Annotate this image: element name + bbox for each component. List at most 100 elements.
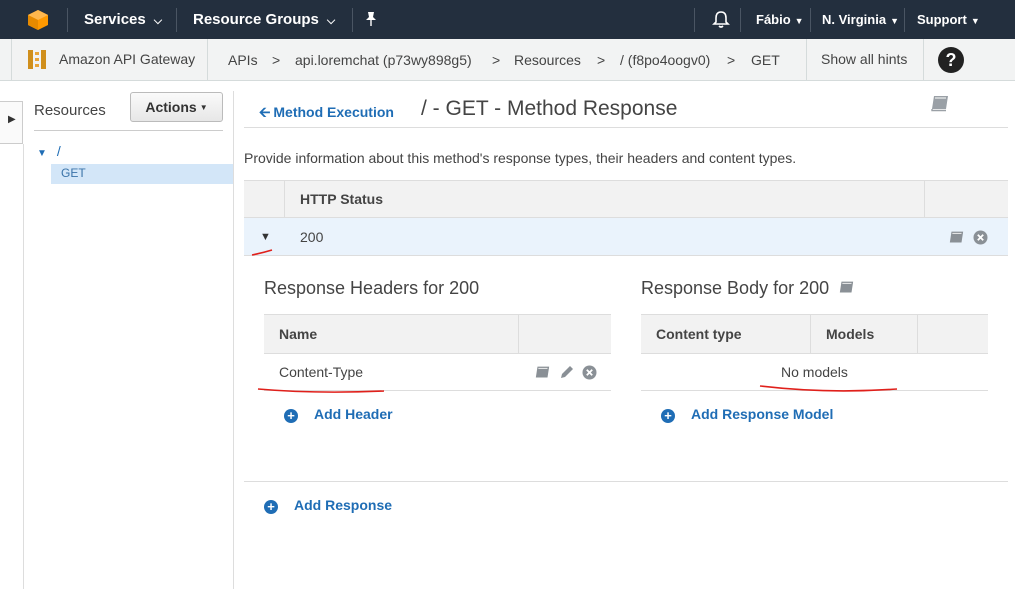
caret-down-icon: ▼ (794, 16, 804, 26)
chevron-down-icon: ⌵ (326, 15, 336, 27)
annotation-underline (257, 388, 385, 393)
headers-table-header: Name (264, 314, 611, 354)
services-label: Services (84, 11, 146, 28)
method-execution-label: Method Execution (273, 104, 394, 120)
page-title: / - GET - Method Response (421, 97, 678, 120)
actions-button[interactable]: Actions ▼ (130, 92, 223, 122)
user-menu[interactable]: Fábio ▼ (756, 0, 804, 39)
bell-icon[interactable] (712, 10, 730, 29)
empty-state: No models (781, 364, 848, 380)
resources-title: Resources (34, 102, 106, 119)
arrow-left-icon: 🡨 (259, 104, 271, 120)
book-icon[interactable] (534, 365, 551, 380)
book-icon[interactable] (930, 94, 950, 112)
support-menu[interactable]: Support ▼ (917, 0, 980, 39)
status-table-header: HTTP Status (244, 180, 1008, 218)
show-hints-button[interactable]: Show all hints (806, 39, 924, 80)
breadcrumb-resource[interactable]: / (f8po4oogv0) (620, 52, 710, 68)
response-headers-title: Response Headers for 200 (264, 278, 480, 298)
region-menu[interactable]: N. Virginia ▼ (822, 0, 899, 39)
column-divider (810, 315, 811, 354)
breadcrumb-method[interactable]: GET (751, 52, 780, 68)
caret-down-icon: ▼ (890, 16, 899, 26)
divider (244, 481, 1008, 482)
remove-icon[interactable] (973, 230, 988, 245)
nav-divider (904, 8, 905, 32)
row-actions (948, 228, 988, 245)
breadcrumb-separator: > (727, 52, 736, 68)
user-label: Fábio (756, 12, 791, 27)
remove-icon[interactable] (582, 365, 597, 380)
breadcrumb-separator: > (272, 52, 281, 68)
nav-divider (740, 8, 741, 32)
chevron-right-icon: ▶ (8, 114, 16, 125)
plus-icon: + (661, 409, 675, 423)
name-column-header: Name (279, 326, 318, 342)
tree-node-root[interactable]: ▼ / (37, 143, 61, 159)
service-brand[interactable]: Amazon API Gateway (11, 39, 208, 80)
nav-divider (352, 8, 353, 32)
chevron-down-icon: ⌵ (153, 15, 163, 27)
caret-down-icon: ▼ (199, 103, 208, 112)
column-divider (518, 315, 519, 354)
breadcrumb-apis[interactable]: APIs (228, 52, 258, 68)
book-icon[interactable] (838, 280, 855, 295)
nav-divider (67, 8, 68, 32)
status-code: 200 (300, 229, 324, 245)
description: Provide information about this method's … (244, 150, 797, 166)
add-response-button[interactable]: + Add Response (264, 497, 392, 514)
method-execution-link[interactable]: 🡨 Method Execution (259, 102, 394, 126)
pencil-icon[interactable] (559, 364, 575, 380)
divider (34, 130, 223, 131)
show-hints-label: Show all hints (821, 51, 908, 67)
plus-icon: + (284, 409, 298, 423)
panel-divider (233, 91, 234, 589)
row-actions (534, 363, 597, 380)
annotation-underline (251, 249, 273, 256)
breadcrumb-resources[interactable]: Resources (514, 52, 581, 68)
plus-icon: + (264, 500, 278, 514)
add-response-model-button[interactable]: + Add Response Model (661, 406, 833, 423)
add-response-model-label: Add Response Model (691, 406, 834, 422)
support-label: Support (917, 12, 967, 27)
http-status-header: HTTP Status (300, 191, 383, 207)
column-divider (284, 181, 285, 218)
book-icon[interactable] (948, 230, 965, 245)
top-nav: Services ⌵ Resource Groups ⌵ Fábio ▼ N. Vir… (0, 0, 1015, 39)
table-row[interactable]: ▼ 200 (244, 218, 1008, 256)
add-header-label: Add Header (314, 406, 393, 422)
breadcrumb: Amazon API Gateway APIs > api.loremchat … (0, 39, 1015, 81)
aws-logo-icon[interactable] (27, 9, 49, 31)
add-header-button[interactable]: + Add Header (284, 406, 393, 423)
collapse-triangle-icon[interactable]: ▼ (260, 231, 271, 243)
help-icon[interactable]: ? (938, 47, 964, 73)
models-table-header: Content type Models (641, 314, 988, 354)
resource-groups-menu[interactable]: Resource Groups ⌵ (193, 0, 335, 39)
expand-triangle-icon: ▼ (37, 148, 47, 159)
header-name: Content-Type (279, 364, 364, 380)
pin-icon[interactable] (364, 11, 378, 27)
divider (244, 127, 1008, 128)
add-response-label: Add Response (294, 497, 393, 513)
tree-root-label: / (56, 143, 61, 159)
sidebar-edge (23, 144, 24, 589)
services-menu[interactable]: Services ⌵ (84, 0, 162, 39)
nav-divider (176, 8, 177, 32)
models-column-header: Models (826, 326, 875, 342)
breadcrumb-separator: > (597, 52, 606, 68)
response-body-title: Response Body for 200 (641, 278, 855, 299)
column-divider (924, 181, 925, 218)
caret-down-icon: ▼ (970, 16, 980, 26)
service-name: Amazon API Gateway (59, 51, 196, 67)
breadcrumb-separator: > (492, 52, 501, 68)
tree-get-label: GET (61, 166, 86, 180)
breadcrumb-api[interactable]: api.loremchat (p73wy898g5) (295, 52, 472, 68)
sidebar-toggle[interactable]: ▶ (0, 101, 23, 144)
response-body-title-text: Response Body for 200 (641, 278, 830, 298)
nav-divider (810, 8, 811, 32)
tree-node-get[interactable]: GET (51, 164, 233, 184)
nav-divider (694, 8, 695, 32)
resource-groups-label: Resource Groups (193, 11, 319, 28)
api-gateway-icon (28, 50, 46, 69)
column-divider (917, 315, 918, 354)
